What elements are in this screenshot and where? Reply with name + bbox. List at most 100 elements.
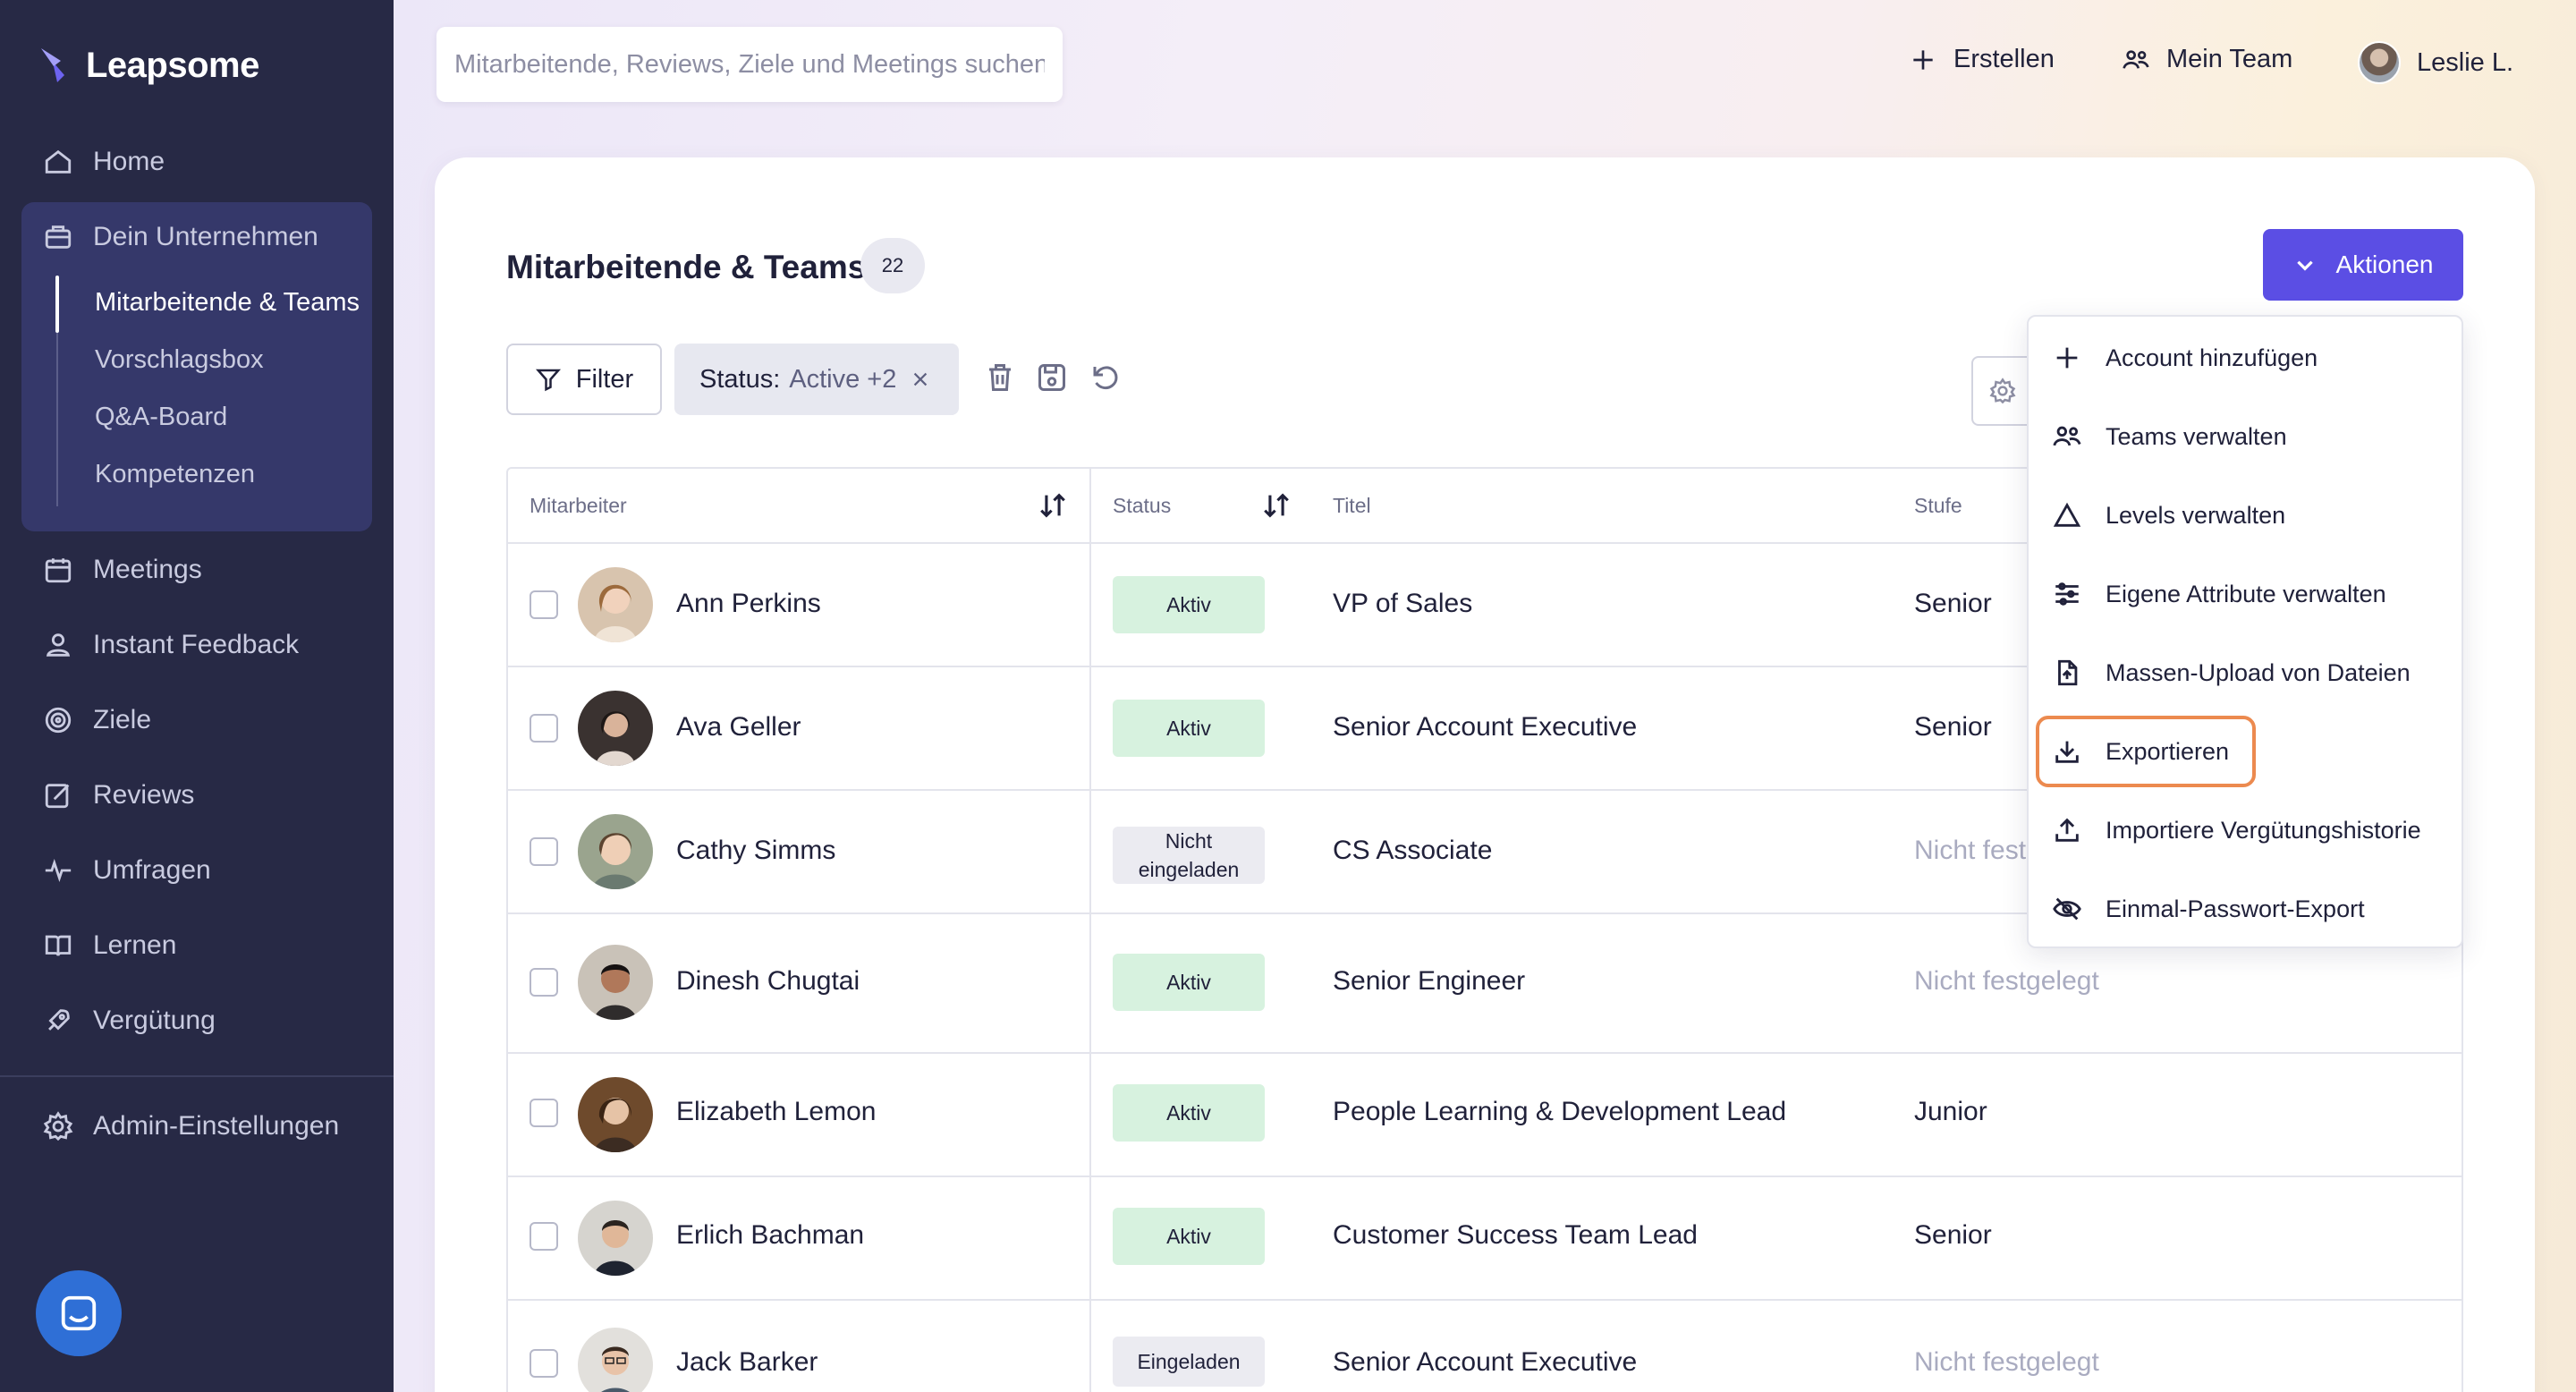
delete-filter-button[interactable] bbox=[984, 361, 1016, 394]
avatar bbox=[578, 814, 653, 889]
sidebar-item-label: Dein Unternehmen bbox=[93, 222, 318, 251]
sidebar-item-meetings[interactable]: Meetings bbox=[43, 555, 202, 585]
employee-name[interactable]: Elizabeth Lemon bbox=[676, 1097, 876, 1127]
close-icon[interactable] bbox=[911, 369, 930, 389]
employee-name[interactable]: Dinesh Chugtai bbox=[676, 966, 860, 997]
column-header-status[interactable]: Status bbox=[1113, 469, 1171, 542]
employee-level: Senior bbox=[1914, 1220, 1992, 1250]
user-menu[interactable]: Leslie L. bbox=[2358, 41, 2513, 84]
chat-icon bbox=[61, 1295, 97, 1331]
brand-name: Leapsome bbox=[86, 45, 259, 85]
employee-name[interactable]: Ann Perkins bbox=[676, 589, 821, 619]
column-header-level[interactable]: Stufe bbox=[1914, 469, 1962, 542]
employee-title: Senior Account Executive bbox=[1333, 1347, 1638, 1377]
sidebar-item-company[interactable]: Dein Unternehmen bbox=[43, 222, 318, 252]
sidebar-item-label: Ziele bbox=[93, 705, 152, 734]
create-button[interactable]: Erstellen bbox=[1909, 45, 2055, 74]
reset-filter-button[interactable] bbox=[1089, 361, 1122, 394]
employee-name[interactable]: Erlich Bachman bbox=[676, 1220, 864, 1251]
employee-title: Senior Engineer bbox=[1333, 966, 1526, 996]
menu-item-add-account[interactable]: Account hinzufügen bbox=[2029, 318, 2462, 397]
eye-off-icon bbox=[2053, 897, 2081, 921]
employee-level: Nicht festgelegt bbox=[1914, 966, 2099, 996]
search-input[interactable] bbox=[454, 49, 1045, 80]
column-header-label: Stufe bbox=[1914, 493, 1962, 517]
plus-icon bbox=[1913, 49, 1933, 70]
book-icon bbox=[45, 935, 72, 956]
sort-employee-button[interactable] bbox=[1038, 469, 1068, 542]
user-avatar bbox=[2358, 41, 2401, 84]
user-name: Leslie L. bbox=[2417, 47, 2514, 77]
chat-widget-button[interactable] bbox=[36, 1270, 122, 1356]
column-header-title[interactable]: Titel bbox=[1333, 469, 1371, 542]
sliders-icon bbox=[2055, 582, 2079, 606]
feedback-icon bbox=[46, 633, 71, 657]
avatar bbox=[578, 691, 653, 766]
avatar bbox=[578, 1201, 653, 1276]
menu-item-label: Levels verwalten bbox=[2106, 501, 2286, 529]
global-search[interactable] bbox=[436, 27, 1063, 102]
employee-title: Senior Account Executive bbox=[1333, 712, 1638, 742]
sidebar-item-label: Meetings bbox=[93, 555, 202, 584]
menu-item-label: Eigene Attribute verwalten bbox=[2106, 580, 2386, 607]
employee-name[interactable]: Cathy Simms bbox=[676, 836, 835, 866]
employee-name[interactable]: Ava Geller bbox=[676, 712, 801, 743]
avatar bbox=[578, 1077, 653, 1152]
subnav-item-suggestion-box[interactable]: Vorschlagsbox bbox=[95, 345, 264, 375]
employee-level: Junior bbox=[1914, 1097, 1987, 1126]
sort-status-button[interactable] bbox=[1261, 469, 1292, 542]
avatar bbox=[578, 567, 653, 642]
menu-item-import-compensation[interactable]: Importiere Vergütungshistorie bbox=[2029, 791, 2462, 870]
row-checkbox[interactable] bbox=[530, 837, 558, 866]
file-upload-icon bbox=[2058, 659, 2078, 686]
sidebar-item-home[interactable]: Home bbox=[43, 147, 165, 177]
sidebar-item-compensation[interactable]: Vergütung bbox=[43, 1006, 216, 1036]
column-settings-button[interactable] bbox=[1971, 356, 2034, 426]
filter-button[interactable]: Filter bbox=[506, 344, 662, 415]
row-checkbox[interactable] bbox=[530, 590, 558, 619]
employee-count-badge: 22 bbox=[860, 238, 925, 293]
sidebar-item-learning[interactable]: Lernen bbox=[43, 930, 176, 961]
row-checkbox[interactable] bbox=[530, 1222, 558, 1251]
subnav-item-competencies[interactable]: Kompetenzen bbox=[95, 460, 255, 489]
column-header-employee[interactable]: Mitarbeiter bbox=[530, 469, 627, 542]
sidebar-item-label: Lernen bbox=[93, 930, 177, 960]
employee-title: VP of Sales bbox=[1333, 589, 1473, 618]
actions-button[interactable]: Aktionen bbox=[2263, 229, 2463, 301]
status-badge: Eingeladen bbox=[1113, 1337, 1265, 1387]
row-checkbox[interactable] bbox=[530, 1099, 558, 1127]
my-team-label: Mein Team bbox=[2166, 45, 2293, 73]
actions-dropdown-menu: Account hinzufügen Teams verwalten Level… bbox=[2027, 315, 2463, 948]
menu-item-manage-teams[interactable]: Teams verwalten bbox=[2029, 397, 2462, 476]
menu-item-otp-export[interactable]: Einmal-Passwort-Export bbox=[2029, 870, 2462, 948]
table-row[interactable]: Elizabeth Lemon Aktiv People Learning & … bbox=[508, 1052, 2462, 1176]
table-row[interactable]: Erlich Bachman Aktiv Customer Success Te… bbox=[508, 1176, 2462, 1299]
row-checkbox[interactable] bbox=[530, 968, 558, 997]
employee-title: People Learning & Development Lead bbox=[1333, 1097, 1787, 1126]
sidebar-item-surveys[interactable]: Umfragen bbox=[43, 855, 211, 886]
gear-icon bbox=[43, 1111, 73, 1142]
sidebar-item-reviews[interactable]: Reviews bbox=[43, 780, 194, 811]
home-icon bbox=[45, 149, 72, 174]
subnav-item-qa-board[interactable]: Q&A-Board bbox=[95, 403, 227, 432]
employee-name[interactable]: Jack Barker bbox=[676, 1347, 818, 1378]
subnav-item-employees-teams[interactable]: Mitarbeitende & Teams bbox=[95, 288, 360, 318]
row-checkbox[interactable] bbox=[530, 1349, 558, 1378]
menu-item-label: Account hinzufügen bbox=[2106, 344, 2318, 371]
row-checkbox[interactable] bbox=[530, 714, 558, 743]
table-row[interactable]: Jack Barker Eingeladen Senior Account Ex… bbox=[508, 1299, 2462, 1392]
menu-item-custom-attributes[interactable]: Eigene Attribute verwalten bbox=[2029, 555, 2462, 633]
menu-item-manage-levels[interactable]: Levels verwalten bbox=[2029, 476, 2462, 555]
save-filter-button[interactable] bbox=[1036, 361, 1068, 394]
gear-icon bbox=[1989, 378, 2016, 404]
sidebar-item-admin-settings[interactable]: Admin-Einstellungen bbox=[43, 1111, 339, 1142]
menu-item-bulk-upload[interactable]: Massen-Upload von Dateien bbox=[2029, 633, 2462, 712]
chip-value: Active +2 bbox=[789, 364, 897, 394]
sidebar-item-instant-feedback[interactable]: Instant Feedback bbox=[43, 630, 299, 660]
my-team-button[interactable]: Mein Team bbox=[2122, 45, 2292, 74]
status-badge: Aktiv bbox=[1113, 700, 1265, 757]
status-filter-chip[interactable]: Status: Active +2 bbox=[674, 344, 959, 415]
filter-label: Filter bbox=[575, 364, 634, 394]
brand-logo[interactable]: Leapsome bbox=[38, 45, 259, 86]
sidebar-item-goals[interactable]: Ziele bbox=[43, 705, 151, 735]
